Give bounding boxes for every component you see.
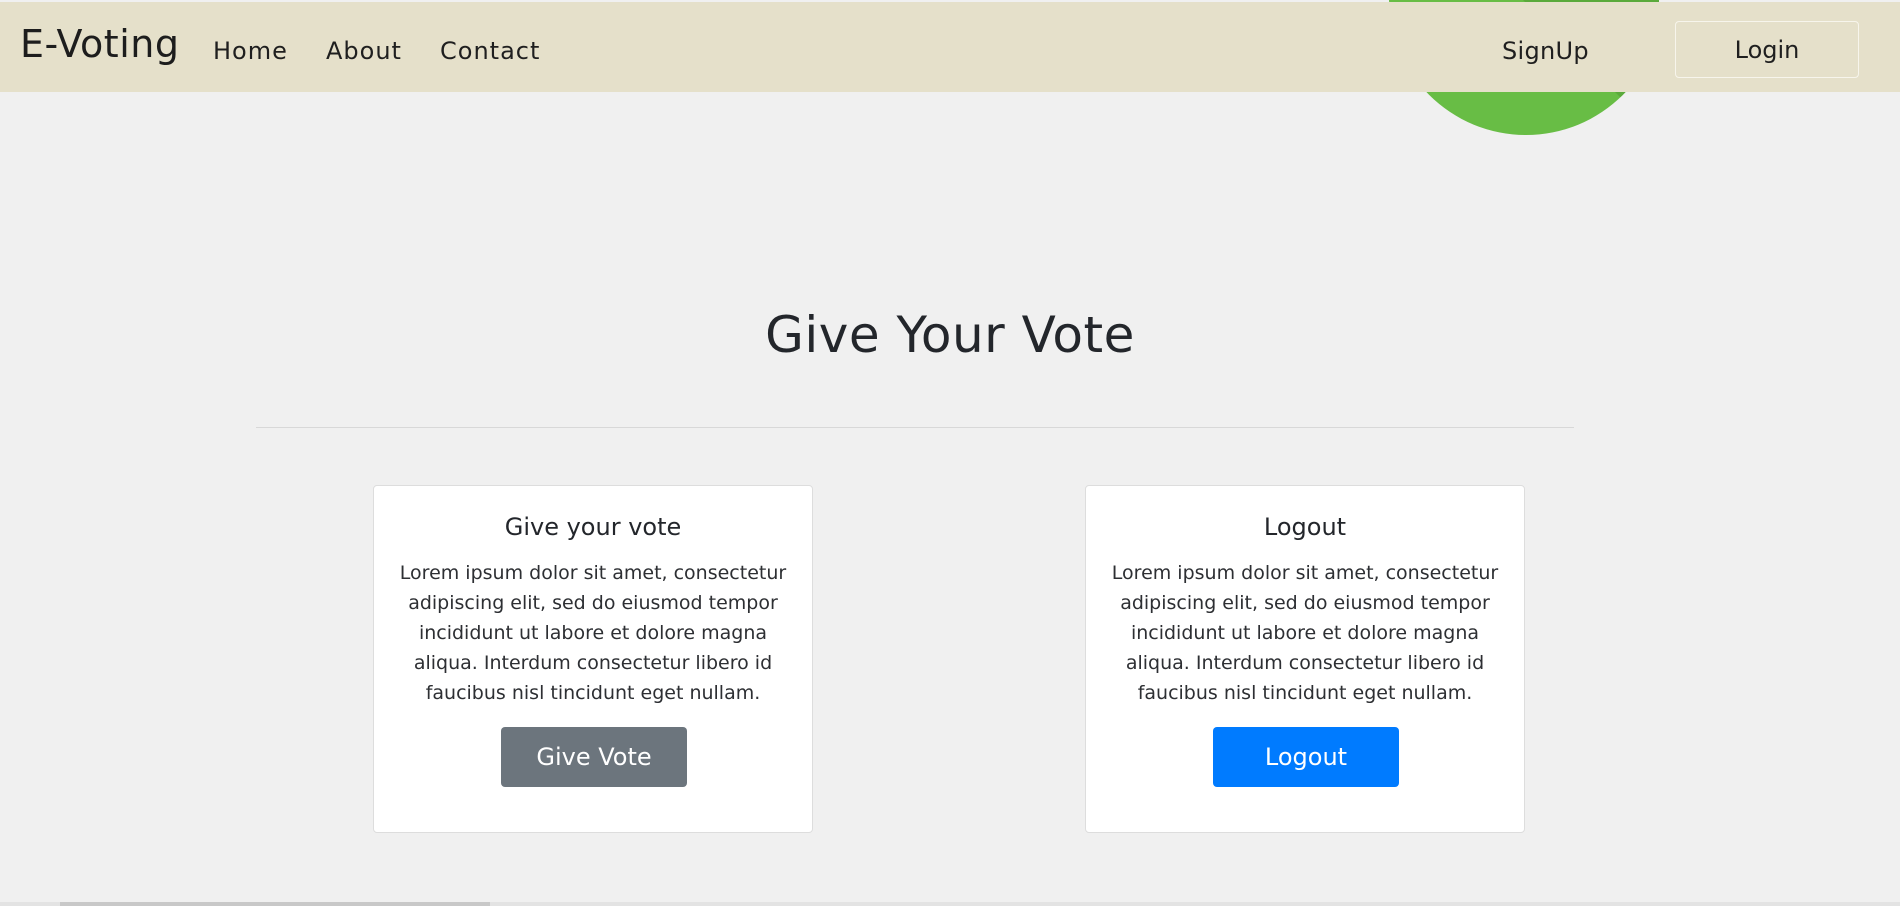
logout-card: Logout Lorem ipsum dolor sit amet, conse…	[1085, 485, 1525, 833]
give-vote-card: Give your vote Lorem ipsum dolor sit ame…	[373, 485, 813, 833]
nav-about-link[interactable]: About	[326, 36, 402, 66]
nav-contact-link[interactable]: Contact	[440, 36, 540, 66]
footer-edge	[0, 902, 1900, 906]
footer-edge-segment	[60, 902, 490, 906]
section-divider	[256, 427, 1574, 428]
logout-button[interactable]: Logout	[1213, 727, 1399, 787]
card-title: Logout	[1263, 513, 1347, 541]
card-description: Lorem ipsum dolor sit amet, consectetur …	[1111, 562, 1499, 704]
card-description: Lorem ipsum dolor sit amet, consectetur …	[399, 562, 787, 704]
brand-logo[interactable]: E-Voting	[20, 22, 179, 66]
login-button[interactable]: Login	[1675, 21, 1859, 78]
signup-link[interactable]: SignUp	[1502, 36, 1589, 66]
card-title: Give your vote	[504, 513, 682, 541]
top-navbar: E-Voting Home About Contact SignUp Login	[0, 2, 1900, 92]
give-vote-button[interactable]: Give Vote	[501, 727, 687, 787]
page: E-Voting Home About Contact SignUp Login…	[0, 0, 1900, 906]
nav-home-link[interactable]: Home	[213, 36, 288, 66]
page-title: Give Your Vote	[765, 306, 1135, 364]
